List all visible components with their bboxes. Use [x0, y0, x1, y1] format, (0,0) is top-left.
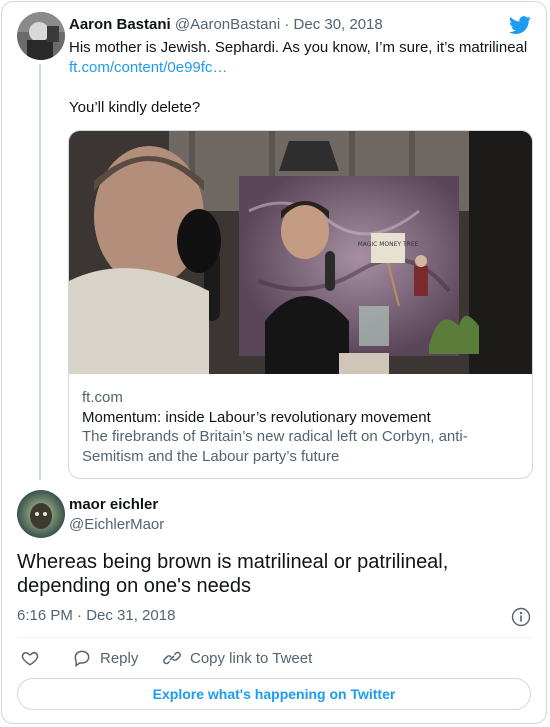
dot-separator: ·	[284, 16, 290, 33]
image-sign-text: MAGIC MONEY TREE	[358, 241, 419, 248]
divider	[17, 637, 531, 638]
quoted-tweet-date[interactable]: Dec 30, 2018	[294, 16, 383, 33]
quoted-author-line[interactable]: Aaron Bastani @AaronBastani · Dec 30, 20…	[69, 16, 383, 33]
reply-tweet-text: Whereas being brown is matrilineal or pa…	[17, 551, 449, 597]
heart-icon	[21, 651, 39, 666]
quoted-tweet-text: His mother is Jewish. Sephardi. As you k…	[69, 39, 528, 56]
copy-link-button[interactable]: Copy link to Tweet	[162, 647, 312, 669]
reply-button[interactable]: Reply	[72, 647, 138, 669]
link-preview-card[interactable]: MAGIC MONEY TREE ft.com Momentum: inside…	[68, 130, 533, 479]
twitter-bird-icon[interactable]	[508, 14, 532, 36]
info-icon[interactable]	[511, 607, 531, 627]
reply-timestamp[interactable]: 6:16 PM · Dec 31, 2018	[17, 607, 175, 624]
explore-twitter-button[interactable]: Explore what's happening on Twitter	[17, 678, 531, 710]
quoted-tweet-link[interactable]: ft.com/content/0e99fc…	[69, 58, 227, 78]
link-card-domain: ft.com	[82, 389, 123, 406]
link-preview-image[interactable]: MAGIC MONEY TREE	[69, 131, 533, 374]
quoted-author-name[interactable]: Aaron Bastani	[69, 16, 171, 33]
aaron-bastani-avatar[interactable]	[17, 12, 65, 60]
reply-author-handle[interactable]: @EichlerMaor	[69, 515, 164, 535]
reply-bubble-icon	[74, 650, 90, 667]
thread-connector-line	[39, 64, 41, 480]
copy-link-label[interactable]: Copy link to Tweet	[190, 650, 312, 667]
link-card-title: Momentum: inside Labour’s revolutionary …	[82, 409, 431, 426]
like-button[interactable]	[21, 647, 39, 669]
link-icon	[163, 651, 181, 665]
link-card-description: The firebrands of Britain’s new radical …	[82, 428, 468, 465]
reply-label[interactable]: Reply	[100, 650, 138, 667]
maor-eichler-avatar[interactable]	[17, 490, 65, 538]
quoted-tweet-followup: You’ll kindly delete?	[69, 99, 201, 116]
reply-author-name[interactable]: maor eichler	[69, 496, 158, 513]
quoted-author-handle[interactable]: @AaronBastani	[175, 16, 280, 33]
